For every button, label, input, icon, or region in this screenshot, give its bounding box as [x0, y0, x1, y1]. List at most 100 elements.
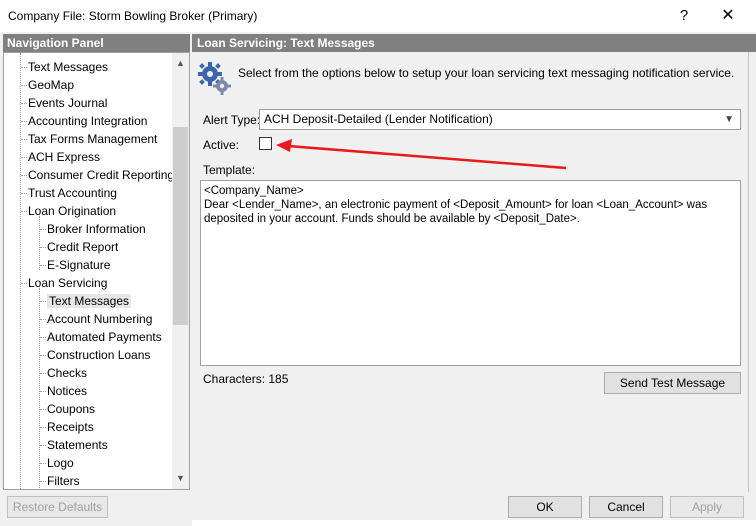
tree-connector — [40, 373, 46, 374]
tree-connector — [40, 445, 46, 446]
nav-item-label: Account Numbering — [47, 312, 153, 326]
tree-connector — [21, 193, 27, 194]
intro-text: Select from the options below to setup y… — [238, 66, 735, 80]
nav-item-label: ACH Express — [28, 150, 101, 164]
tree-connector — [21, 139, 27, 140]
nav-item[interactable]: Filters — [47, 472, 80, 489]
nav-item[interactable]: Construction Loans — [47, 346, 150, 364]
tree-connector — [21, 103, 27, 104]
nav-item-label: Automated Payments — [47, 330, 162, 344]
tree-connector — [40, 247, 46, 248]
nav-item-label: Loan Origination — [28, 204, 117, 218]
tree-connector — [40, 337, 46, 338]
nav-item-label: GeoMap — [28, 78, 75, 92]
close-button[interactable]: ✕ — [708, 4, 748, 28]
tree-connector — [40, 265, 46, 266]
tree-connector — [40, 301, 46, 302]
nav-item-label: Tax Forms Management — [28, 132, 158, 146]
character-count: Characters: 185 — [203, 372, 289, 386]
nav-item-label: Logo — [47, 456, 74, 470]
nav-item-label: Credit Report — [47, 240, 119, 254]
nav-item-label: Broker Information — [47, 222, 146, 236]
nav-item-label: Loan Servicing — [28, 276, 108, 290]
nav-item-label: Notices — [47, 384, 88, 398]
scroll-up-icon[interactable]: ▲ — [172, 55, 189, 72]
nav-item-label: E-Signature — [47, 258, 111, 272]
tree-connector — [20, 53, 21, 489]
nav-item-label: Statements — [47, 438, 108, 452]
nav-item[interactable]: Text Messages — [28, 58, 108, 76]
tree-connector — [21, 283, 27, 284]
tree-connector — [40, 463, 46, 464]
nav-item[interactable]: Checks — [47, 364, 87, 382]
tree-connector — [21, 211, 27, 212]
navigation-panel-header: Navigation Panel — [3, 34, 190, 52]
tree-connector — [39, 288, 40, 488]
alert-type-select[interactable]: ACH Deposit-Detailed (Lender Notificatio… — [259, 109, 741, 130]
nav-item-label: Construction Loans — [47, 348, 151, 362]
nav-item-label: Checks — [47, 366, 88, 380]
tree-connector — [40, 391, 46, 392]
tree-connector — [40, 355, 46, 356]
nav-item[interactable]: GeoMap — [28, 76, 74, 94]
nav-item-label: Text Messages — [47, 294, 132, 308]
scrollbar-thumb[interactable] — [173, 127, 188, 325]
nav-item[interactable]: Notices — [47, 382, 87, 400]
tree-connector — [39, 216, 40, 270]
tree-connector — [21, 85, 27, 86]
nav-item[interactable]: Coupons — [47, 400, 95, 418]
nav-item[interactable]: Account Numbering — [47, 310, 152, 328]
tree-connector — [21, 175, 27, 176]
tree-connector — [40, 319, 46, 320]
window-title: Company File: Storm Bowling Broker (Prim… — [8, 9, 258, 23]
nav-item[interactable]: Consumer Credit Reporting — [28, 166, 174, 184]
ok-button[interactable]: OK — [508, 496, 582, 518]
template-textarea[interactable]: <Company_Name> Dear <Lender_Name>, an el… — [200, 180, 741, 366]
tree-connector — [21, 121, 27, 122]
nav-item[interactable]: Trust Accounting — [28, 184, 117, 202]
tree-connector — [40, 409, 46, 410]
nav-scrollbar[interactable]: ▲ ▼ — [172, 53, 189, 489]
restore-defaults-button[interactable]: Restore Defaults — [7, 496, 108, 518]
nav-item[interactable]: E-Signature — [47, 256, 110, 274]
nav-item-label: Accounting Integration — [28, 114, 148, 128]
template-label: Template: — [203, 163, 256, 177]
nav-item[interactable]: Text Messages — [47, 292, 132, 310]
tree-connector — [21, 157, 27, 158]
chevron-down-icon: ▼ — [724, 114, 734, 125]
nav-item-label: Trust Accounting — [28, 186, 117, 200]
cancel-button[interactable]: Cancel — [589, 496, 663, 518]
nav-item[interactable]: Broker Information — [47, 220, 146, 238]
nav-item[interactable]: Logo — [47, 454, 74, 472]
nav-item[interactable]: Credit Report — [47, 238, 118, 256]
nav-item[interactable]: Receipts — [47, 418, 94, 436]
nav-item-label: Events Journal — [28, 96, 108, 110]
nav-item-label: Filters — [47, 474, 80, 488]
tree-connector — [40, 229, 46, 230]
scroll-down-icon[interactable]: ▼ — [172, 470, 189, 487]
apply-button[interactable]: Apply — [670, 496, 744, 518]
alert-type-label: Alert Type: — [203, 113, 261, 127]
help-button[interactable]: ? — [664, 4, 704, 28]
gears-icon — [198, 62, 231, 95]
nav-item-label: Receipts — [47, 420, 94, 434]
nav-item[interactable]: Accounting Integration — [28, 112, 147, 130]
nav-item[interactable]: ACH Express — [28, 148, 100, 166]
send-test-message-button[interactable]: Send Test Message — [604, 372, 741, 394]
tree-connector — [40, 427, 46, 428]
nav-item-label: Coupons — [47, 402, 96, 416]
nav-item[interactable]: Statements — [47, 436, 108, 454]
nav-item-label: Text Messages — [28, 60, 109, 74]
nav-item[interactable]: Loan Servicing — [28, 274, 107, 292]
navigation-panel: Text Messages GeoMap Events Journal Account… — [3, 52, 190, 490]
tree-connector — [40, 481, 46, 482]
nav-item[interactable]: Events Journal — [28, 94, 107, 112]
nav-item[interactable]: Automated Payments — [47, 328, 162, 346]
nav-item[interactable]: Loan Origination — [28, 202, 116, 220]
annotation-arrow-icon — [276, 139, 567, 170]
nav-item[interactable]: Tax Forms Management — [28, 130, 157, 148]
title-bar: Company File: Storm Bowling Broker (Prim… — [0, 0, 756, 32]
nav-item-label: Consumer Credit Reporting — [28, 168, 175, 182]
tree-connector — [21, 67, 27, 68]
dialog-window: Company File: Storm Bowling Broker (Prim… — [0, 0, 756, 526]
